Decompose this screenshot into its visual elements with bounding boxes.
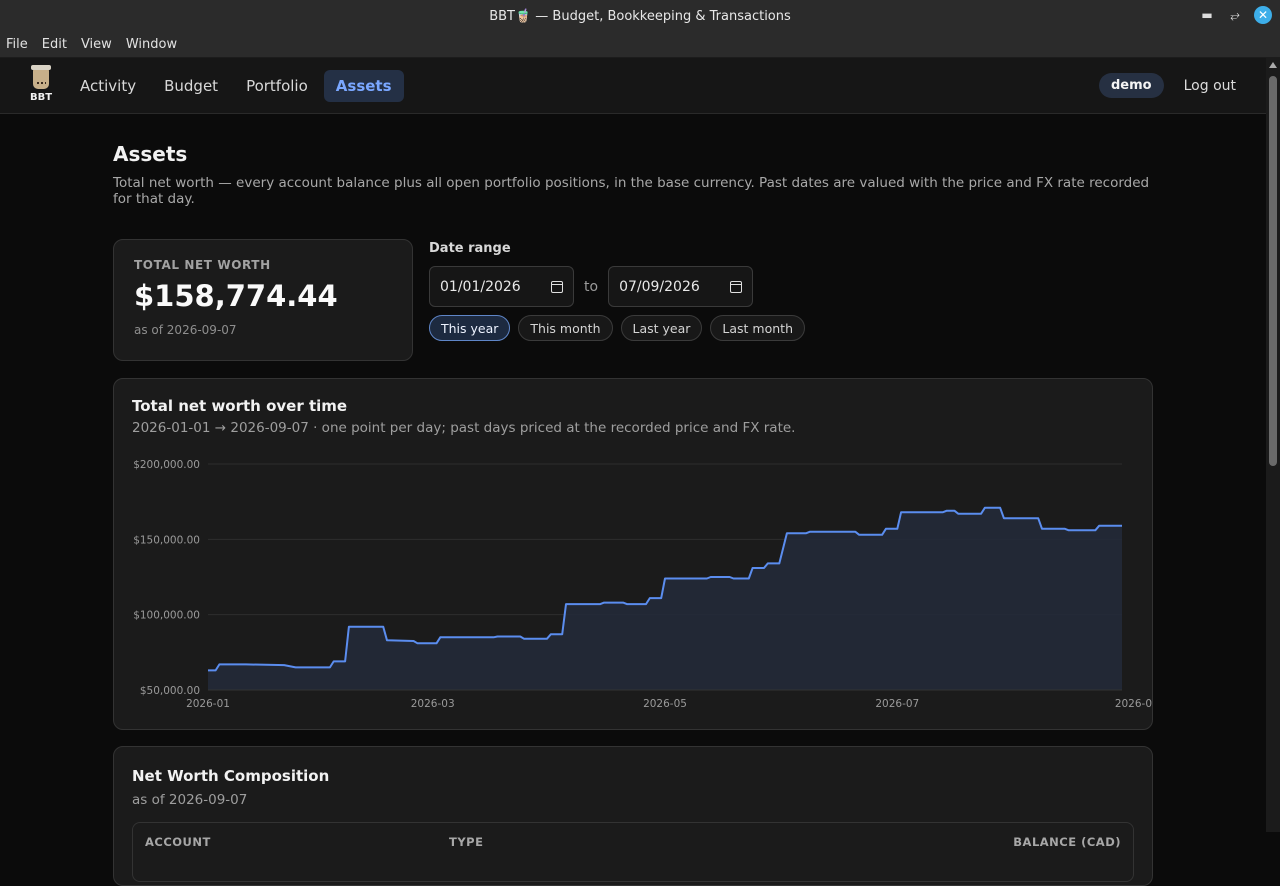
- y-tick-label: $50,000.00: [140, 685, 200, 697]
- preset-last-month[interactable]: Last month: [710, 315, 805, 341]
- logout-button[interactable]: Log out: [1184, 78, 1236, 94]
- net-worth-card: TOTAL NET WORTH $158,774.44 as of 2026-0…: [113, 239, 413, 361]
- column-balance[interactable]: BALANCE (CAD): [1013, 835, 1121, 849]
- composition-title: Net Worth Composition: [132, 767, 330, 785]
- column-type[interactable]: TYPE: [449, 835, 1013, 849]
- series-area: [208, 507, 1122, 690]
- composition-table: ACCOUNT TYPE BALANCE (CAD): [132, 822, 1134, 882]
- x-tick-label: 2026-07: [875, 698, 919, 710]
- preset-this-month[interactable]: This month: [518, 315, 613, 341]
- app-logo[interactable]: BBT: [18, 58, 64, 114]
- preset-this-year[interactable]: This year: [429, 315, 511, 341]
- column-account[interactable]: ACCOUNT: [145, 835, 449, 849]
- minimize-icon[interactable]: ▬: [1198, 6, 1216, 24]
- calendar-icon[interactable]: [551, 280, 563, 293]
- page-title: Assets: [113, 142, 188, 166]
- menu-file[interactable]: File: [6, 37, 28, 52]
- user-badge[interactable]: demo: [1099, 73, 1164, 98]
- nav-portfolio[interactable]: Portfolio: [234, 70, 320, 102]
- date-from-value: 01/01/2026: [440, 278, 521, 295]
- chart-subtitle: 2026-01-01 → 2026-09-07 · one point per …: [132, 420, 796, 436]
- date-range-to-label: to: [584, 278, 599, 295]
- nav-activity[interactable]: Activity: [68, 70, 148, 102]
- menu-window[interactable]: Window: [126, 37, 177, 52]
- window-titlebar: BBT🧋 — Budget, Bookkeeping & Transaction…: [0, 0, 1280, 32]
- composition-as-of: as of 2026-09-07: [132, 792, 248, 808]
- chart-title: Total net worth over time: [132, 397, 348, 415]
- logo-text: BBT: [29, 91, 53, 103]
- close-icon[interactable]: ✕: [1254, 6, 1272, 24]
- date-to-value: 07/09/2026: [619, 278, 700, 295]
- date-to-input[interactable]: 07/09/2026: [608, 266, 754, 307]
- nav-assets[interactable]: Assets: [323, 69, 404, 102]
- scroll-up-icon[interactable]: [1269, 62, 1277, 68]
- scrollbar-thumb[interactable]: [1269, 76, 1277, 466]
- window-title: BBT🧋 — Budget, Bookkeeping & Transaction…: [489, 8, 791, 24]
- y-tick-label: $100,000.00: [133, 610, 200, 622]
- menu-edit[interactable]: Edit: [42, 37, 67, 52]
- x-tick-label: 2026-01: [186, 698, 230, 710]
- main-content: Assets Total net worth — every account b…: [113, 114, 1153, 886]
- menu-bar: File Edit View Window: [0, 32, 1280, 58]
- x-tick-label: 2026-0: [1115, 698, 1152, 710]
- app-nav: BBT Activity Budget Portfolio Assets dem…: [0, 58, 1266, 114]
- x-tick-label: 2026-05: [643, 698, 687, 710]
- date-range-label: Date range: [429, 241, 511, 256]
- net-worth-chart-card: Total net worth over time 2026-01-01 → 2…: [113, 378, 1153, 730]
- maximize-icon[interactable]: ⥂: [1226, 6, 1244, 24]
- y-tick-label: $200,000.00: [133, 459, 200, 471]
- y-tick-label: $150,000.00: [133, 534, 200, 546]
- composition-table-header: ACCOUNT TYPE BALANCE (CAD): [133, 823, 1133, 849]
- net-worth-label: TOTAL NET WORTH: [134, 258, 271, 272]
- date-range-controls: Date range 01/01/2026 to 07/09/2026 This…: [429, 239, 805, 361]
- page-scrollbar[interactable]: [1266, 58, 1280, 832]
- net-worth-as-of: as of 2026-09-07: [134, 323, 237, 337]
- date-from-input[interactable]: 01/01/2026: [429, 266, 574, 307]
- net-worth-value: $158,774.44: [134, 279, 338, 313]
- bubble-tea-icon: [31, 64, 51, 89]
- calendar-icon[interactable]: [730, 280, 743, 293]
- preset-last-year[interactable]: Last year: [620, 315, 703, 341]
- nav-budget[interactable]: Budget: [152, 70, 230, 102]
- net-worth-chart[interactable]: $200,000.00 $150,000.00 $100,000.00 $50,000…: [114, 449, 1154, 719]
- x-tick-label: 2026-03: [411, 698, 455, 710]
- menu-view[interactable]: View: [81, 37, 112, 52]
- page-description: Total net worth — every account balance …: [113, 175, 1150, 207]
- composition-card: Net Worth Composition as of 2026-09-07 A…: [113, 746, 1153, 886]
